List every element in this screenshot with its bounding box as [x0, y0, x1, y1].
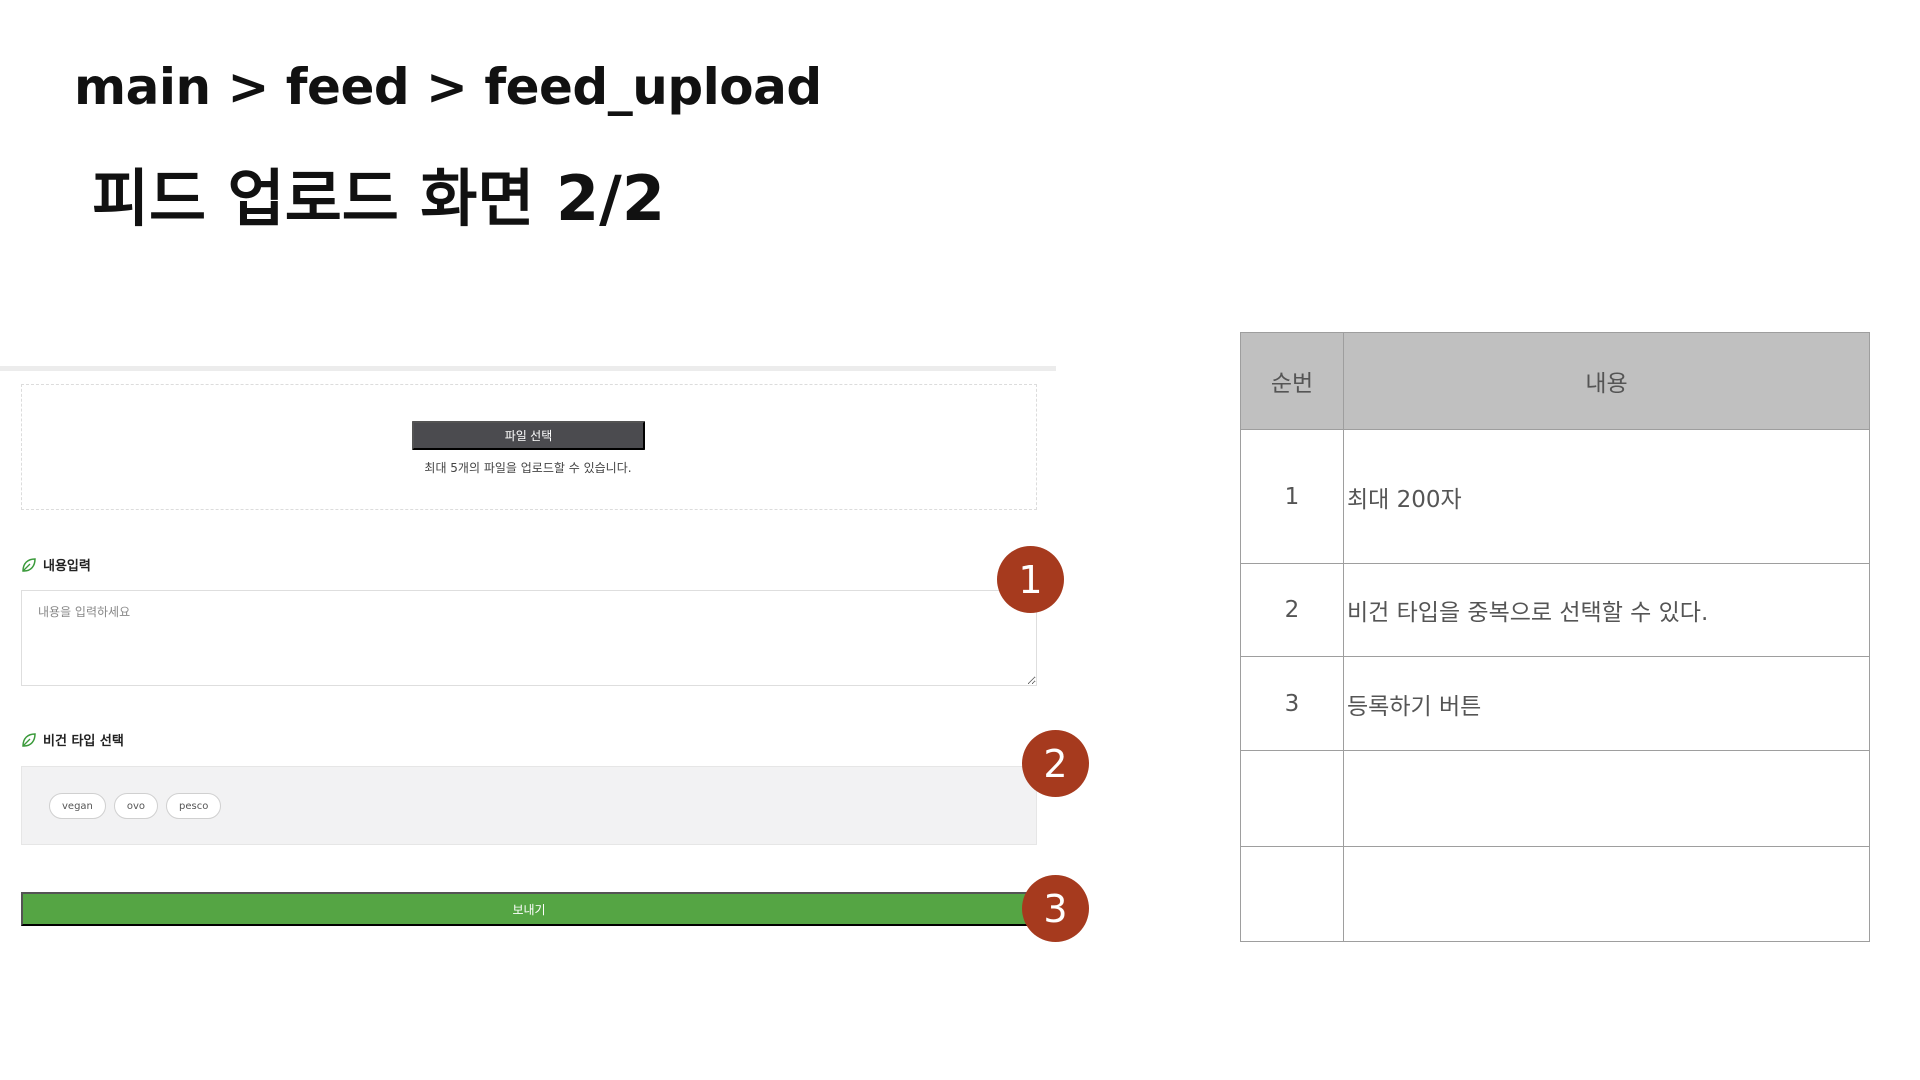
- table-row: [1240, 846, 1870, 942]
- row-description: [1343, 846, 1870, 942]
- tag-vegan[interactable]: vegan: [49, 793, 106, 819]
- row-description: 최대 200자: [1343, 429, 1870, 564]
- tag-ovo[interactable]: ovo: [113, 793, 159, 819]
- row-number: [1240, 750, 1344, 847]
- table-row: [1240, 750, 1870, 847]
- page-title: 피드 업로드 화면 2/2: [92, 162, 665, 235]
- annotation-marker-1: 1: [997, 546, 1064, 613]
- table-row: 3 등록하기 버튼: [1240, 656, 1870, 751]
- table-header-row: 순번 내용: [1240, 332, 1870, 430]
- header-content: 내용: [1343, 332, 1870, 430]
- annotation-marker-2: 2: [1022, 730, 1089, 797]
- content-label-text: 내용입력: [43, 559, 91, 574]
- row-number: 3: [1240, 656, 1344, 751]
- row-number: 1: [1240, 429, 1344, 564]
- row-number: 2: [1240, 563, 1344, 657]
- annotation-marker-3: 3: [1022, 875, 1089, 942]
- header-divider: [0, 366, 1056, 371]
- row-description: 등록하기 버튼: [1343, 656, 1870, 751]
- vegan-type-section-label: 비건 타입 선택: [21, 730, 124, 749]
- vegan-tag-list: vegan ovo pesco: [49, 793, 222, 819]
- row-description: [1343, 750, 1870, 847]
- submit-button[interactable]: 보내기: [21, 892, 1037, 926]
- vegan-type-area: vegan ovo pesco: [21, 766, 1037, 845]
- spec-table: 순번 내용 1 최대 200자 2 비건 타입을 중복으로 선택할 수 있다. …: [1240, 332, 1870, 942]
- row-number: [1240, 846, 1344, 942]
- leaf-icon: [22, 732, 36, 747]
- upload-hint: 최대 5개의 파일을 업로드할 수 있습니다.: [424, 461, 632, 475]
- tag-pesco[interactable]: pesco: [166, 793, 222, 819]
- leaf-icon: [22, 557, 36, 572]
- breadcrumb: main > feed > feed_upload: [74, 58, 822, 116]
- vegan-label-text: 비건 타입 선택: [43, 734, 124, 749]
- content-textarea[interactable]: [21, 590, 1037, 686]
- header-number: 순번: [1240, 332, 1344, 430]
- content-section-label: 내용입력: [21, 555, 91, 574]
- file-select-button[interactable]: 파일 선택: [412, 421, 645, 450]
- table-row: 1 최대 200자: [1240, 429, 1870, 564]
- row-description: 비건 타입을 중복으로 선택할 수 있다.: [1343, 563, 1870, 657]
- table-row: 2 비건 타입을 중복으로 선택할 수 있다.: [1240, 563, 1870, 657]
